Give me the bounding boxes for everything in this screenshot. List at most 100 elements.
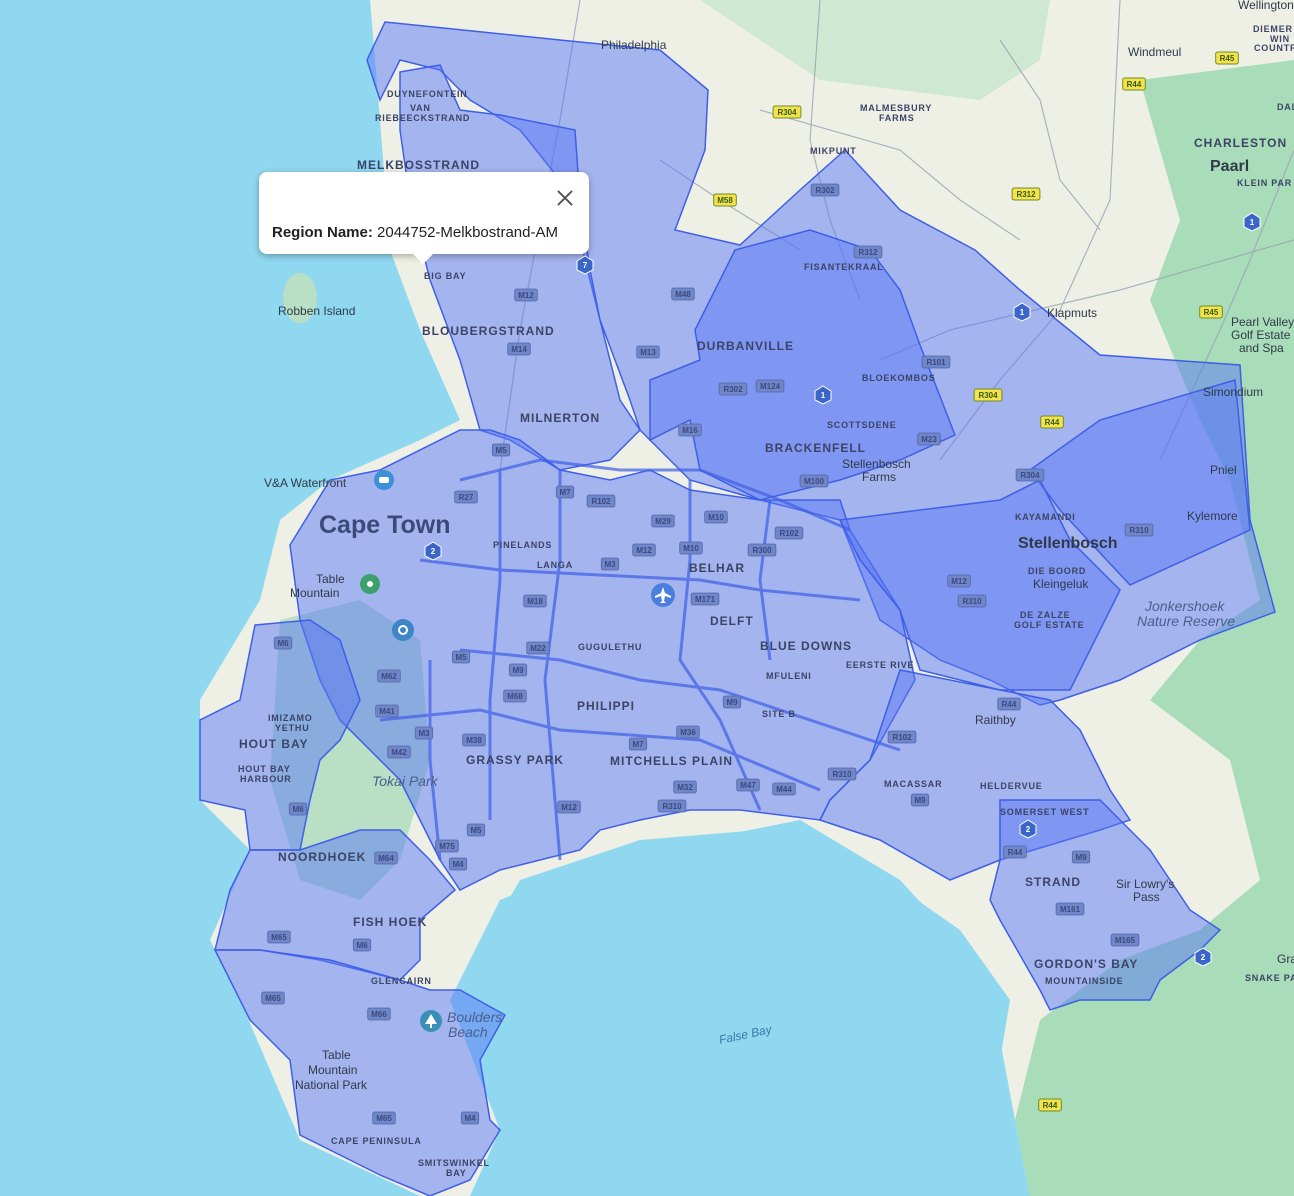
label-sir-lowrys-2: Pass: [1133, 890, 1160, 904]
svg-text:M9: M9: [726, 698, 738, 707]
label-hout-bay: HOUT BAY: [239, 737, 309, 751]
svg-text:M6: M6: [292, 805, 304, 814]
road-shield-r102-b: R102: [774, 526, 804, 540]
svg-text:M48: M48: [675, 290, 691, 299]
road-shield-m12-c: M12: [947, 574, 971, 588]
road-shield-r102-a: R102: [586, 494, 616, 508]
label-tmnp-2: Mountain: [308, 1063, 357, 1077]
popup-key: Region Name:: [272, 224, 373, 241]
airplane-icon[interactable]: [651, 583, 675, 607]
svg-text:R300: R300: [752, 546, 772, 555]
svg-text:M22: M22: [530, 644, 546, 653]
svg-text:M5: M5: [455, 653, 467, 662]
label-van-riebeeck-1: VAN: [410, 103, 431, 113]
label-robben-island: Robben Island: [278, 304, 355, 318]
label-malmesbury-1: MALMESBURY: [860, 103, 932, 113]
road-shield-m165: M165: [1110, 933, 1140, 947]
road-shield-r304-a: R304: [772, 105, 802, 119]
label-klein-paarl: KLEIN PAR: [1237, 178, 1292, 188]
label-gugulethu: GUGULETHU: [578, 642, 642, 652]
label-stellenbosch-farms-2: Farms: [862, 470, 896, 484]
road-shield-m47: M47: [736, 778, 760, 792]
svg-text:M9: M9: [1075, 853, 1087, 862]
label-imizamo-1: IMIZAMO: [268, 713, 313, 723]
svg-text:M32: M32: [677, 783, 693, 792]
svg-text:R312: R312: [1016, 190, 1036, 199]
svg-text:M5: M5: [470, 826, 482, 835]
label-boulders-2: Beach: [448, 1024, 488, 1040]
label-big-bay: BIG BAY: [424, 271, 466, 281]
label-simondium: Simondium: [1203, 385, 1263, 399]
road-shield-m44: M44: [772, 782, 796, 796]
svg-text:M42: M42: [391, 748, 407, 757]
road-shield-r302-b: R302: [718, 382, 748, 396]
road-shield-m36: M36: [676, 725, 700, 739]
svg-text:M12: M12: [561, 803, 577, 812]
svg-text:M23: M23: [921, 435, 937, 444]
svg-text:R304: R304: [1020, 471, 1040, 480]
label-durbanville: DURBANVILLE: [697, 339, 794, 353]
road-shield-m12-b: M12: [632, 543, 656, 557]
map-canvas[interactable]: Wellington DIEMER WIN COUNTR Windmeul Ph…: [0, 0, 1294, 1196]
road-shield-m5-a: M5: [491, 443, 511, 457]
label-heldervue: HELDERVUE: [980, 781, 1043, 791]
svg-text:R27: R27: [459, 493, 474, 502]
road-shield-r102-c: R102: [887, 730, 917, 744]
svg-text:M7: M7: [559, 488, 571, 497]
svg-text:M124: M124: [760, 382, 781, 391]
svg-text:M65: M65: [265, 994, 281, 1003]
svg-text:M4: M4: [452, 860, 464, 869]
label-pniel: Pniel: [1210, 463, 1237, 477]
road-shield-m5-b: M5: [451, 650, 471, 664]
svg-text:R44: R44: [1008, 848, 1023, 857]
svg-text:M38: M38: [466, 736, 482, 745]
svg-text:R102: R102: [892, 733, 912, 742]
svg-text:M12: M12: [636, 546, 652, 555]
svg-text:M5: M5: [495, 446, 507, 455]
label-bloekombos: BLOEKOMBOS: [862, 373, 936, 383]
label-langa: LANGA: [537, 560, 573, 570]
label-charleston: CHARLESTON: [1194, 136, 1287, 150]
svg-text:M10: M10: [708, 513, 724, 522]
label-belhar: BELHAR: [689, 561, 745, 575]
road-shield-m16: M16: [678, 423, 702, 437]
close-icon[interactable]: [555, 188, 575, 208]
label-smitswinkel-2: BAY: [446, 1168, 467, 1178]
road-shield-m23: M23: [917, 432, 941, 446]
road-shield-m100: M100: [799, 474, 829, 488]
label-fish-hoek: FISH HOEK: [353, 915, 427, 929]
svg-text:M16: M16: [682, 426, 698, 435]
road-shield-r44-d: R44: [1003, 845, 1027, 859]
road-shield-m22: M22: [526, 641, 550, 655]
road-shield-m6-c: M6: [352, 938, 372, 952]
ferry-icon[interactable]: [374, 470, 394, 490]
svg-text:M9: M9: [914, 796, 926, 805]
label-tmnp-3: National Park: [295, 1078, 368, 1092]
label-dal: DAL: [1277, 102, 1294, 112]
label-table-mountain-2: Mountain: [290, 586, 339, 600]
road-shield-r27: R27: [454, 490, 478, 504]
svg-text:M66: M66: [371, 1010, 387, 1019]
label-tmnp-1: Table: [322, 1048, 351, 1062]
label-grassy-park: GRASSY PARK: [466, 753, 564, 767]
label-diemersfontein-3: COUNTR: [1254, 43, 1294, 53]
garden-icon[interactable]: [392, 619, 414, 641]
label-gra: Gra: [1277, 952, 1294, 966]
region-info-popup: Region Name: 2044752-Melkbostrand-AM: [259, 172, 589, 264]
tree-icon[interactable]: [420, 1010, 442, 1032]
label-brackenfell: BRACKENFELL: [765, 441, 866, 455]
road-shield-m18: M18: [523, 594, 547, 608]
road-shield-m9-d: M9: [1071, 850, 1091, 864]
road-shield-m124: M124: [755, 379, 785, 393]
flower-icon[interactable]: [360, 574, 380, 594]
svg-text:R102: R102: [779, 529, 799, 538]
popup-body: Region Name: 2044752-Melkbostrand-AM: [272, 224, 558, 241]
svg-text:M165: M165: [1115, 936, 1136, 945]
road-shield-r304-b: R304: [973, 388, 1003, 402]
road-shield-m9-c: M9: [910, 793, 930, 807]
road-shield-m171: M171: [690, 592, 720, 606]
svg-text:M36: M36: [680, 728, 696, 737]
svg-text:R302: R302: [815, 186, 835, 195]
label-mitchells-plain: MITCHELLS PLAIN: [610, 754, 733, 768]
svg-text:1: 1: [1250, 218, 1255, 227]
